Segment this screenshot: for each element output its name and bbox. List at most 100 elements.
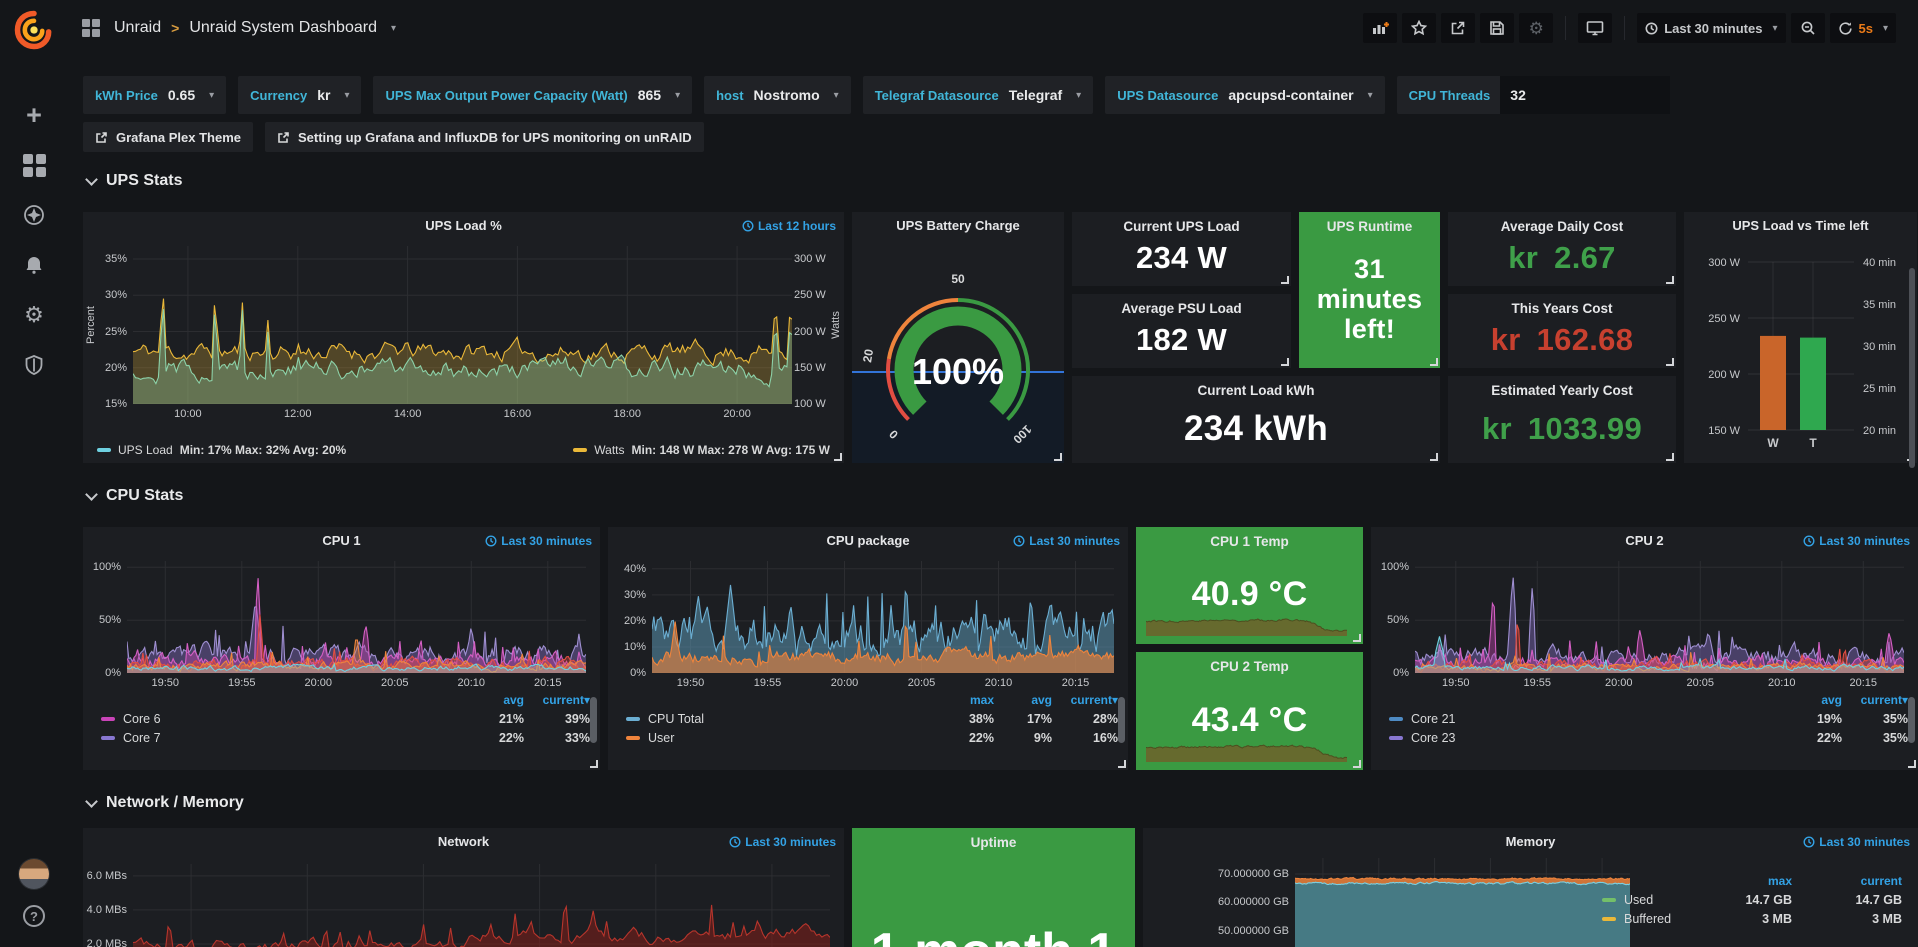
breadcrumb-folder[interactable]: Unraid xyxy=(114,19,161,37)
panel-title[interactable]: CPU 2 xyxy=(1625,533,1663,548)
dashboard-squares-icon[interactable] xyxy=(82,19,100,37)
y-axis-left: 40%30%20%10%0% xyxy=(608,561,646,673)
cpu-threads-input[interactable] xyxy=(1500,76,1670,114)
legend-sort-max[interactable]: max xyxy=(936,693,994,707)
admin-shield-icon[interactable] xyxy=(21,352,47,378)
legend-sort-current[interactable]: current▾ xyxy=(1052,693,1118,707)
legend-scrollbar[interactable] xyxy=(1118,697,1125,743)
variable-ups-datasource[interactable]: UPS Datasource apcupsd-container ▾ xyxy=(1105,76,1384,114)
nav-actions: ⚙ Last 30 minutes ▾ 5s ▾ xyxy=(1363,13,1896,43)
panel-title[interactable]: Memory xyxy=(1506,834,1556,849)
breadcrumb-dashboard-title[interactable]: Unraid System Dashboard xyxy=(189,19,377,37)
stat-value: 234 W xyxy=(1076,234,1287,282)
variable-currency[interactable]: Currency kr ▾ xyxy=(238,76,361,114)
time-override-link[interactable]: Last 30 minutes xyxy=(1803,835,1910,849)
section-network-memory[interactable]: Network / Memory xyxy=(83,790,1918,816)
time-override-link[interactable]: Last 30 minutes xyxy=(485,534,592,548)
help-icon[interactable]: ? xyxy=(23,905,45,927)
section-cpu-stats[interactable]: CPU Stats xyxy=(83,483,1918,509)
legend-item-watts[interactable]: Watts Min: 148 W Max: 278 W Avg: 175 W xyxy=(573,443,830,457)
variable-host[interactable]: host Nostromo ▾ xyxy=(704,76,851,114)
section-ups-stats[interactable]: UPS Stats xyxy=(83,168,1918,194)
series-name[interactable]: Core 6 xyxy=(123,712,161,726)
stat-ups-runtime[interactable]: UPS Runtime 31 minutes left! xyxy=(1299,212,1440,368)
variable-kwh-price[interactable]: kWh Price 0.65 ▾ xyxy=(83,76,226,114)
cpu-package-chart[interactable] xyxy=(652,561,1114,673)
alerting-bell-icon[interactable] xyxy=(21,252,47,278)
stat-current-load-kwh[interactable]: Current Load kWh 234 kWh xyxy=(1072,376,1440,463)
time-override-link[interactable]: Last 30 minutes xyxy=(1013,534,1120,548)
series-name[interactable]: Core 23 xyxy=(1411,731,1455,745)
legend-sort-current[interactable]: current xyxy=(1792,874,1902,888)
cycle-view-monitor-button[interactable] xyxy=(1578,13,1612,43)
cpu2-chart[interactable] xyxy=(1415,561,1904,673)
panel-title[interactable]: UPS Load % xyxy=(425,218,502,233)
refresh-button[interactable]: 5s ▾ xyxy=(1830,13,1897,43)
panel-title[interactable]: Network xyxy=(438,834,489,849)
stat-average-psu-load[interactable]: Average PSU Load 182 W xyxy=(1072,294,1291,368)
zoom-out-button[interactable] xyxy=(1791,13,1825,43)
dashboards-icon[interactable] xyxy=(21,152,47,178)
stat-average-daily-cost[interactable]: Average Daily Cost kr2.67 xyxy=(1448,212,1676,286)
variable-telegraf-datasource[interactable]: Telegraf Datasource Telegraf ▾ xyxy=(863,76,1094,114)
time-override-link[interactable]: Last 30 minutes xyxy=(729,835,836,849)
add-icon[interactable]: + xyxy=(21,102,47,128)
series-name[interactable]: User xyxy=(648,731,674,745)
chevron-down-icon xyxy=(85,173,98,186)
grafana-app: + ⚙ ? Unraid > Unraid System Dashboard ▾ xyxy=(0,0,1918,947)
chevron-down-icon: ▾ xyxy=(1368,90,1373,101)
configuration-gear-icon[interactable]: ⚙ xyxy=(21,302,47,328)
battery-gauge[interactable]: 02050100100% xyxy=(852,212,1064,463)
ups-load-time-bar-chart[interactable]: 300 W250 W200 W150 W40 min35 min30 min25… xyxy=(1684,238,1917,463)
star-button[interactable] xyxy=(1402,13,1436,43)
legend-sort-current[interactable]: current▾ xyxy=(524,693,590,707)
cpu1-chart[interactable] xyxy=(127,561,586,673)
legend-scrollbar[interactable] xyxy=(1908,697,1915,743)
variable-ups-max-output[interactable]: UPS Max Output Power Capacity (Watt) 865… xyxy=(373,76,692,114)
series-name[interactable]: CPU Total xyxy=(648,712,704,726)
legend-sort-current[interactable]: current▾ xyxy=(1842,693,1908,707)
y-axis-left: 6.0 MBs4.0 MBs2.0 MBs xyxy=(83,864,127,947)
network-chart[interactable] xyxy=(133,864,830,947)
legend-sort-avg[interactable]: avg xyxy=(994,693,1052,707)
clock-icon xyxy=(1803,836,1815,848)
stat-current-ups-load[interactable]: Current UPS Load 234 W xyxy=(1072,212,1291,286)
legend-sort-avg[interactable]: avg xyxy=(1784,693,1842,707)
series-name[interactable]: Used xyxy=(1624,893,1653,907)
panel-title[interactable]: CPU package xyxy=(826,533,909,548)
stat-uptime[interactable]: Uptime 1 month 1 xyxy=(852,828,1135,947)
cpu-temp-column: CPU 1 Temp 40.9 °C CPU 2 Temp 43.4 °C xyxy=(1136,527,1363,770)
panel-title[interactable]: UPS Battery Charge xyxy=(896,218,1020,233)
add-panel-button[interactable] xyxy=(1363,13,1397,43)
link-grafana-plex-theme[interactable]: Grafana Plex Theme xyxy=(83,122,253,152)
link-ups-monitoring-guide[interactable]: Setting up Grafana and InfluxDB for UPS … xyxy=(265,122,704,152)
series-name[interactable]: Core 21 xyxy=(1411,712,1455,726)
explore-compass-icon[interactable] xyxy=(21,202,47,228)
user-avatar[interactable] xyxy=(19,859,49,889)
legend-sort-max[interactable]: max xyxy=(1688,874,1792,888)
legend-sort-avg[interactable]: avg xyxy=(466,693,524,707)
series-name[interactable]: Buffered xyxy=(1624,912,1671,926)
share-button[interactable] xyxy=(1441,13,1475,43)
panel-title[interactable]: CPU 1 xyxy=(322,533,360,548)
ups-load-chart[interactable] xyxy=(133,246,792,404)
grafana-logo[interactable] xyxy=(12,8,56,52)
memory-chart[interactable] xyxy=(1295,858,1630,947)
dashboard-settings-button[interactable]: ⚙ xyxy=(1519,13,1553,43)
stat-estimated-yearly-cost[interactable]: Estimated Yearly Cost kr1033.99 xyxy=(1448,376,1676,463)
stat-cpu1-temp[interactable]: CPU 1 Temp 40.9 °C xyxy=(1136,527,1363,644)
chevron-down-icon[interactable]: ▾ xyxy=(391,23,396,34)
stat-cpu2-temp[interactable]: CPU 2 Temp 43.4 °C xyxy=(1136,652,1363,770)
time-range-picker[interactable]: Last 30 minutes ▾ xyxy=(1637,13,1785,43)
legend-item-ups-load[interactable]: UPS Load Min: 17% Max: 32% Avg: 20% xyxy=(97,443,346,457)
legend-scrollbar[interactable] xyxy=(590,697,597,743)
stat-this-years-cost[interactable]: This Years Cost kr162.68 xyxy=(1448,294,1676,368)
time-override-link[interactable]: Last 30 minutes xyxy=(1803,534,1910,548)
panel-title[interactable]: UPS Load vs Time left xyxy=(1732,218,1868,233)
time-override-link[interactable]: Last 12 hours xyxy=(742,219,836,233)
stat-value: kr1033.99 xyxy=(1452,398,1672,459)
page-scrollbar[interactable] xyxy=(1909,268,1915,468)
series-name[interactable]: Core 7 xyxy=(123,731,161,745)
save-button[interactable] xyxy=(1480,13,1514,43)
legend-row: Core 21 19% 35% xyxy=(1389,712,1908,726)
